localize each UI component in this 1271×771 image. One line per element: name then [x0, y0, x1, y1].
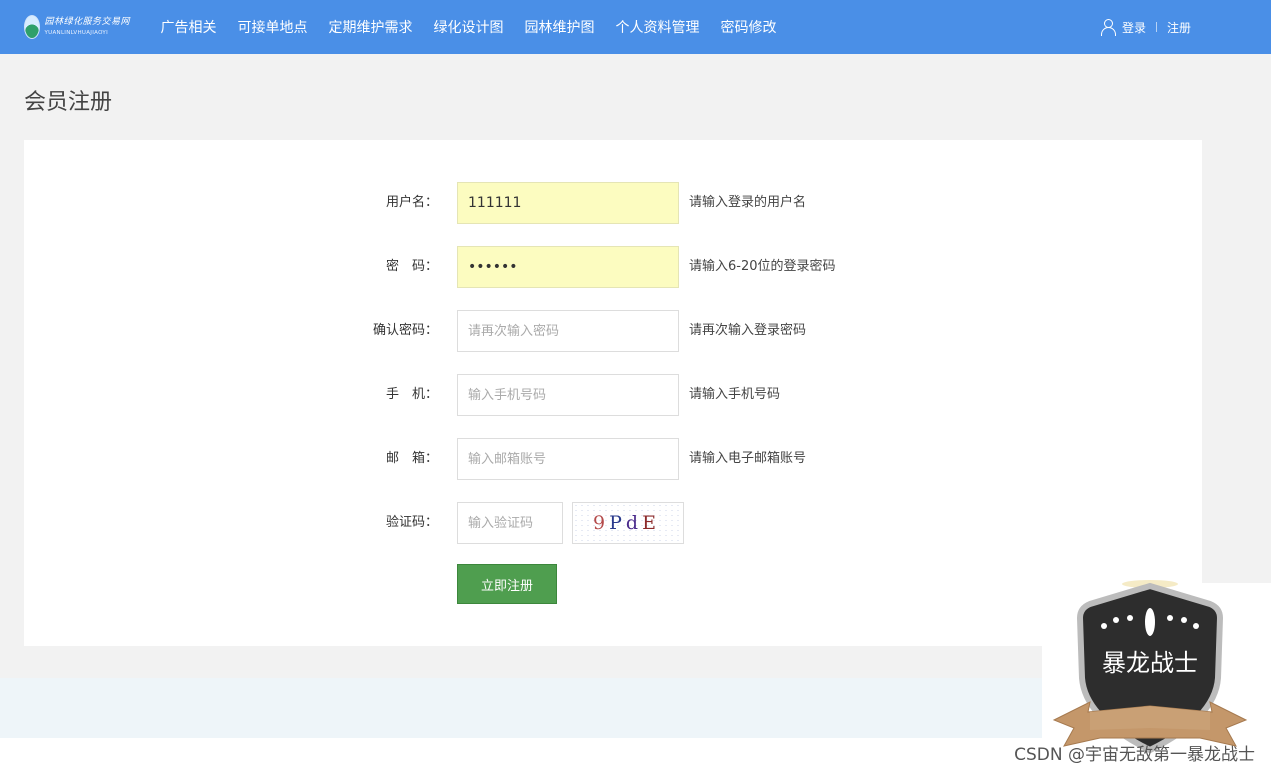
captcha-char: d: [625, 512, 643, 534]
nav-ads[interactable]: 广告相关: [150, 17, 227, 37]
username-input[interactable]: [457, 182, 679, 224]
logo-mark-icon: [24, 15, 41, 39]
email-input[interactable]: [457, 438, 679, 480]
password-label: 密 码：: [385, 259, 438, 274]
confirm-password-input[interactable]: [457, 310, 679, 352]
confirm-password-row: 确认密码： 请再次输入登录密码: [24, 310, 1202, 352]
phone-label: 手 机：: [385, 387, 438, 402]
logo-cn: 园林绿化服务交易网: [44, 16, 130, 27]
phone-row: 手 机： 请输入手机号码: [24, 374, 1202, 416]
nav-profile[interactable]: 个人资料管理: [605, 17, 710, 37]
captcha-char: P: [609, 512, 626, 534]
site-logo[interactable]: 园林绿化服务交易网 YUANLINLVHUAJIAOYI: [24, 14, 130, 40]
username-hint: 请输入登录的用户名: [689, 195, 807, 210]
captcha-row: 验证码： 9PdE: [24, 502, 1202, 544]
watermark-badge-text: 暴龙战士: [1102, 649, 1198, 677]
watermark-caption: CSDN @宇宙无敌第一暴龙战士: [1014, 745, 1255, 765]
captcha-label: 验证码：: [385, 515, 438, 530]
captcha-input[interactable]: [457, 502, 563, 544]
logo-en: YUANLINLVHUAJIAOYI: [44, 29, 109, 36]
user-icon: [1100, 19, 1116, 36]
password-input[interactable]: [457, 246, 679, 288]
watermark-shield-icon: 暴龙战士: [1052, 580, 1248, 754]
captcha-text: 9PdE: [593, 512, 660, 534]
main-nav: 广告相关 可接单地点 定期维护需求 绿化设计图 园林维护图 个人资料管理 密码修…: [150, 0, 787, 54]
auth-divider: [1156, 22, 1158, 32]
username-label: 用户名：: [385, 195, 438, 210]
username-row: 用户名： 请输入登录的用户名: [24, 182, 1202, 224]
confirm-password-hint: 请再次输入登录密码: [689, 323, 807, 338]
email-row: 邮 箱： 请输入电子邮箱账号: [24, 438, 1202, 480]
top-navbar: 园林绿化服务交易网 YUANLINLVHUAJIAOYI 广告相关 可接单地点 …: [0, 0, 1271, 54]
captcha-char: 9: [593, 512, 610, 534]
captcha-char: E: [642, 512, 660, 534]
nav-password[interactable]: 密码修改: [710, 17, 787, 37]
nav-maintenance-needs[interactable]: 定期维护需求: [318, 17, 423, 37]
register-panel: 用户名： 请输入登录的用户名 密 码： 请输入6-20位的登录密码 确认密码： …: [24, 140, 1202, 646]
nav-greening-design[interactable]: 绿化设计图: [423, 17, 514, 37]
phone-hint: 请输入手机号码: [689, 387, 781, 402]
auth-links: 登录 注册: [1100, 0, 1191, 54]
phone-input[interactable]: [457, 374, 679, 416]
nav-order-locations[interactable]: 可接单地点: [227, 17, 318, 37]
email-hint: 请输入电子邮箱账号: [689, 451, 807, 466]
register-submit-button[interactable]: 立即注册: [457, 564, 557, 604]
nav-garden-maintenance[interactable]: 园林维护图: [514, 17, 605, 37]
confirm-password-label: 确认密码：: [372, 323, 438, 338]
password-row: 密 码： 请输入6-20位的登录密码: [24, 246, 1202, 288]
captcha-image[interactable]: 9PdE: [572, 502, 684, 544]
logo-text: 园林绿化服务交易网 YUANLINLVHUAJIAOYI: [44, 16, 130, 37]
email-label: 邮 箱：: [385, 451, 438, 466]
login-link[interactable]: 登录: [1122, 19, 1146, 36]
page-title: 会员注册: [24, 90, 113, 115]
password-hint: 请输入6-20位的登录密码: [689, 259, 836, 274]
register-link[interactable]: 注册: [1167, 19, 1191, 36]
